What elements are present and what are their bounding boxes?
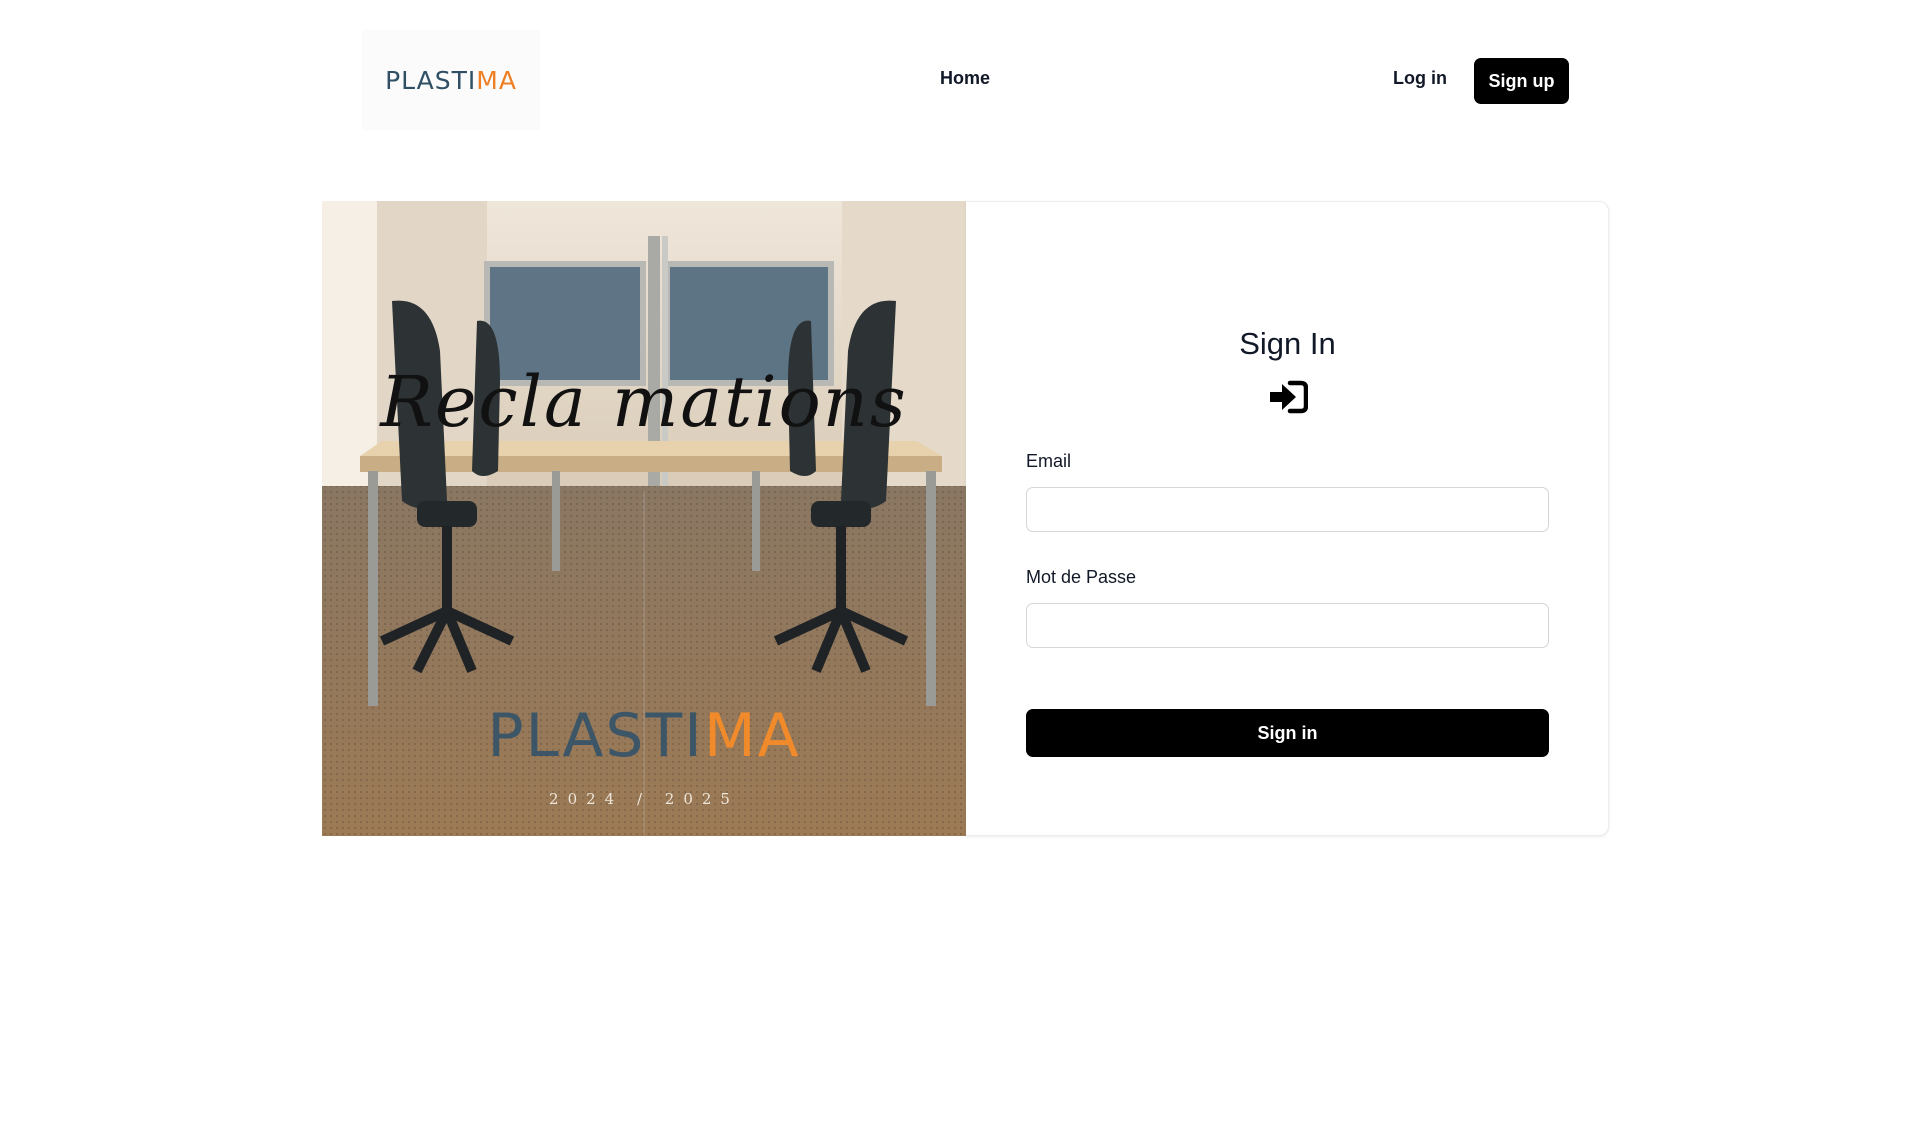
poster-title: Recla mations bbox=[380, 361, 908, 443]
password-field[interactable] bbox=[1026, 603, 1549, 648]
poster-year: 2024 / 2025 bbox=[549, 790, 739, 808]
email-label: Email bbox=[1026, 451, 1072, 471]
nav-home-link[interactable]: Home bbox=[940, 68, 990, 89]
logo[interactable]: PLASTIMA bbox=[362, 30, 540, 130]
login-link[interactable]: Log in bbox=[1393, 68, 1447, 89]
email-field[interactable] bbox=[1026, 487, 1549, 532]
signin-card: Recla mations PLASTIMA 2024 / 2025 Sign … bbox=[322, 201, 1609, 836]
poster-brand: PLASTIMA bbox=[487, 701, 801, 771]
signin-form: Sign In Email Mot de Passe Sign in bbox=[966, 201, 1609, 836]
logo-wordmark: PLASTIMA bbox=[385, 65, 517, 95]
reclamations-poster: Recla mations PLASTIMA 2024 / 2025 bbox=[322, 201, 966, 836]
sign-in-icon bbox=[1270, 380, 1308, 414]
password-label: Mot de Passe bbox=[1026, 567, 1137, 587]
form-title: Sign In bbox=[1239, 326, 1336, 361]
signup-button[interactable]: Sign up bbox=[1474, 58, 1569, 104]
header: PLASTIMA Home Log in Sign up bbox=[0, 0, 1920, 162]
signin-button[interactable]: Sign in bbox=[1026, 709, 1549, 757]
